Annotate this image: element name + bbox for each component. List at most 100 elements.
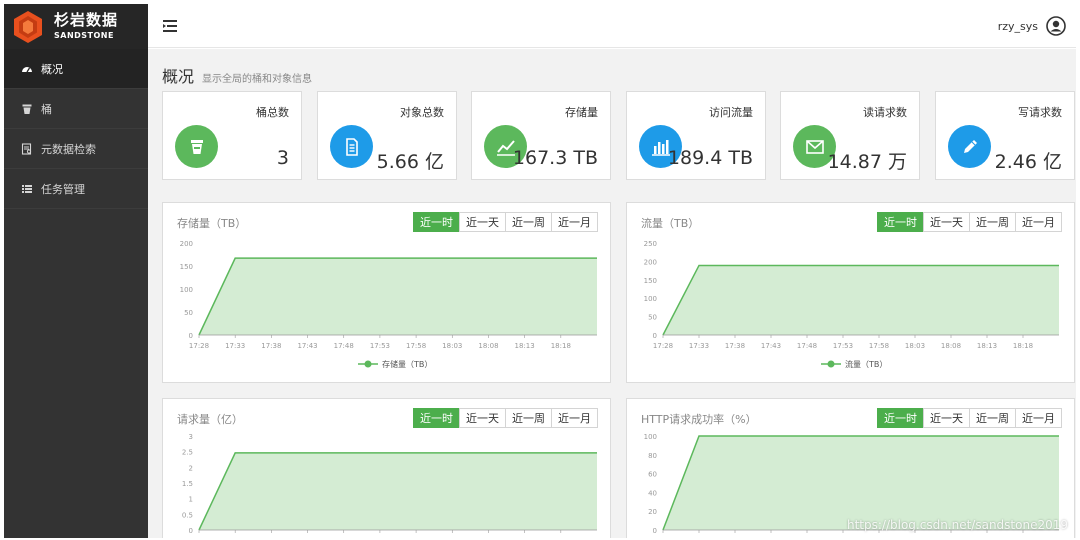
stat-card-object-count: 对象总数 5.66 亿 (317, 91, 457, 180)
y-tick-label: 50 (648, 314, 657, 322)
x-tick-label: 17:53 (833, 342, 853, 350)
y-tick-label: 60 (648, 471, 657, 479)
page-subtitle: 显示全局的桶和对象信息 (202, 74, 313, 85)
x-tick-label: 17:43 (761, 342, 781, 350)
stat-label: 存储量 (565, 106, 598, 119)
bucket-icon (20, 102, 34, 116)
stat-card-storage: 存储量 167.3 TB (471, 91, 611, 180)
page-title: 概况 (162, 67, 195, 86)
app-window: 杉岩数据 SANDSTONE 概况 桶 元数据检索 任务管理 rzy_sys 概… (0, 0, 1080, 540)
sidebar-item-overview[interactable]: 概况 (4, 49, 148, 89)
stat-value: 5.66 亿 (376, 151, 444, 173)
stat-card-write-requests: 写请求数 2.46 亿 (935, 91, 1075, 180)
x-tick-label: 17:58 (869, 342, 889, 350)
top-header: rzy_sys (148, 4, 1076, 48)
stat-card-read-requests: 读请求数 14.87 万 (780, 91, 920, 180)
user-avatar-icon[interactable] (1046, 16, 1066, 36)
x-tick-label: 17:33 (689, 342, 709, 350)
x-tick-label: 17:58 (406, 342, 426, 350)
stat-card-traffic: 访问流量 189.4 TB (626, 91, 766, 180)
x-tick-label: 17:53 (370, 342, 390, 350)
chart-panel-traffic: 流量（TB） 近一时 近一天 近一周 近一月 0 50 100 150 200 250 17… (626, 202, 1075, 383)
x-tick-label: 17:28 (653, 342, 673, 350)
sidebar-item-label: 桶 (41, 102, 52, 116)
storage-area-chart: 0 50 100 150 200 17:28 17:33 17:38 17:43 17:48 17:… (180, 240, 597, 369)
y-tick-label: 20 (648, 508, 657, 516)
area-fill (663, 436, 1059, 530)
y-tick-label: 200 (644, 258, 657, 266)
sidebar-item-label: 概况 (41, 62, 63, 76)
y-tick-label: 100 (644, 433, 657, 441)
pencil-icon (948, 125, 991, 168)
x-tick-label: 17:33 (225, 342, 245, 350)
x-tick-label: 18:13 (515, 342, 535, 350)
stat-label: 读请求数 (863, 106, 907, 119)
x-tick-label: 17:28 (189, 342, 209, 350)
y-tick-label: 2 (189, 464, 193, 472)
legend-label: 流量（TB） (845, 359, 887, 369)
stat-value: 14.87 万 (827, 151, 907, 173)
x-tick-label: 17:38 (261, 342, 281, 350)
x-tick-label: 18:08 (478, 342, 498, 350)
x-tick-label: 17:38 (725, 342, 745, 350)
x-tick-label: 18:18 (551, 342, 571, 350)
page-heading: 概况 显示全局的桶和对象信息 (162, 63, 312, 87)
brand: 杉岩数据 SANDSTONE (4, 4, 148, 49)
x-tick-label: 18:18 (1013, 342, 1033, 350)
stat-label: 访问流量 (709, 106, 753, 119)
x-tick-label: 18:03 (905, 342, 925, 350)
area-fill (663, 265, 1059, 335)
stat-value: 167.3 TB (512, 147, 598, 169)
bucket-icon (175, 125, 218, 168)
sandstone-logo-icon (14, 10, 42, 43)
sidebar-item-label: 任务管理 (41, 182, 85, 196)
brand-subname: SANDSTONE (54, 31, 114, 40)
y-tick-label: 80 (648, 452, 657, 460)
sidebar-item-task-management[interactable]: 任务管理 (4, 169, 148, 209)
y-tick-label: 250 (644, 240, 657, 248)
chart-panel-storage: 存储量（TB） 近一时 近一天 近一周 近一月 0 50 100 150 200 17:2… (162, 202, 611, 383)
stat-label: 桶总数 (256, 106, 289, 119)
area-fill (199, 258, 597, 335)
document-icon (330, 125, 373, 168)
area-fill (199, 452, 597, 530)
y-tick-label: 50 (184, 309, 193, 317)
document-search-icon (20, 142, 34, 156)
y-tick-label: 200 (180, 240, 193, 248)
sidebar-item-label: 元数据检索 (41, 142, 96, 156)
sidebar-item-metadata-search[interactable]: 元数据检索 (4, 129, 148, 169)
y-tick-label: 3 (189, 433, 193, 441)
legend-marker (364, 360, 372, 368)
stat-value: 189.4 TB (667, 147, 753, 169)
y-tick-label: 0 (189, 332, 193, 340)
y-tick-label: 0.5 (182, 511, 193, 519)
y-tick-label: 150 (644, 277, 657, 285)
x-tick-label: 17:48 (797, 342, 817, 350)
requests-area-chart: 0 0.5 1 1.5 2 2.5 3 (182, 433, 597, 535)
chart-panel-http-success: HTTP请求成功率（%） 近一时 近一天 近一周 近一月 0 20 40 60 80 10… (626, 398, 1075, 538)
username[interactable]: rzy_sys (998, 20, 1038, 33)
legend-label: 存储量（TB） (382, 359, 432, 369)
sidebar-item-buckets[interactable]: 桶 (4, 89, 148, 129)
y-tick-label: 1.5 (182, 480, 193, 488)
stat-value: 3 (276, 147, 289, 169)
stat-card-bucket-count: 桶总数 3 (162, 91, 302, 180)
x-tick-label: 18:13 (977, 342, 997, 350)
main-content: 概况 显示全局的桶和对象信息 桶总数 3 对象总数 5.66 亿 存储量 167… (148, 49, 1076, 538)
y-tick-label: 100 (180, 286, 193, 294)
chart-panel-requests: 请求量（亿） 近一时 近一天 近一周 近一月 0 0.5 1 1.5 2 2.5 3 (162, 398, 611, 538)
y-tick-label: 0 (653, 332, 657, 340)
y-tick-label: 0 (189, 527, 193, 535)
legend-marker (827, 360, 835, 368)
task-list-icon (20, 182, 34, 196)
y-tick-label: 0 (653, 527, 657, 535)
stat-value: 2.46 亿 (994, 151, 1062, 173)
x-tick-label: 18:08 (941, 342, 961, 350)
y-tick-label: 100 (644, 295, 657, 303)
menu-toggle-icon[interactable] (162, 18, 178, 34)
y-tick-label: 1 (189, 496, 193, 504)
sidebar: 杉岩数据 SANDSTONE 概况 桶 元数据检索 任务管理 (4, 4, 148, 538)
watermark: https://blog.csdn.net/sandstone2019 (846, 518, 1068, 532)
brand-name: 杉岩数据 (54, 11, 119, 29)
y-tick-label: 2.5 (182, 449, 193, 457)
